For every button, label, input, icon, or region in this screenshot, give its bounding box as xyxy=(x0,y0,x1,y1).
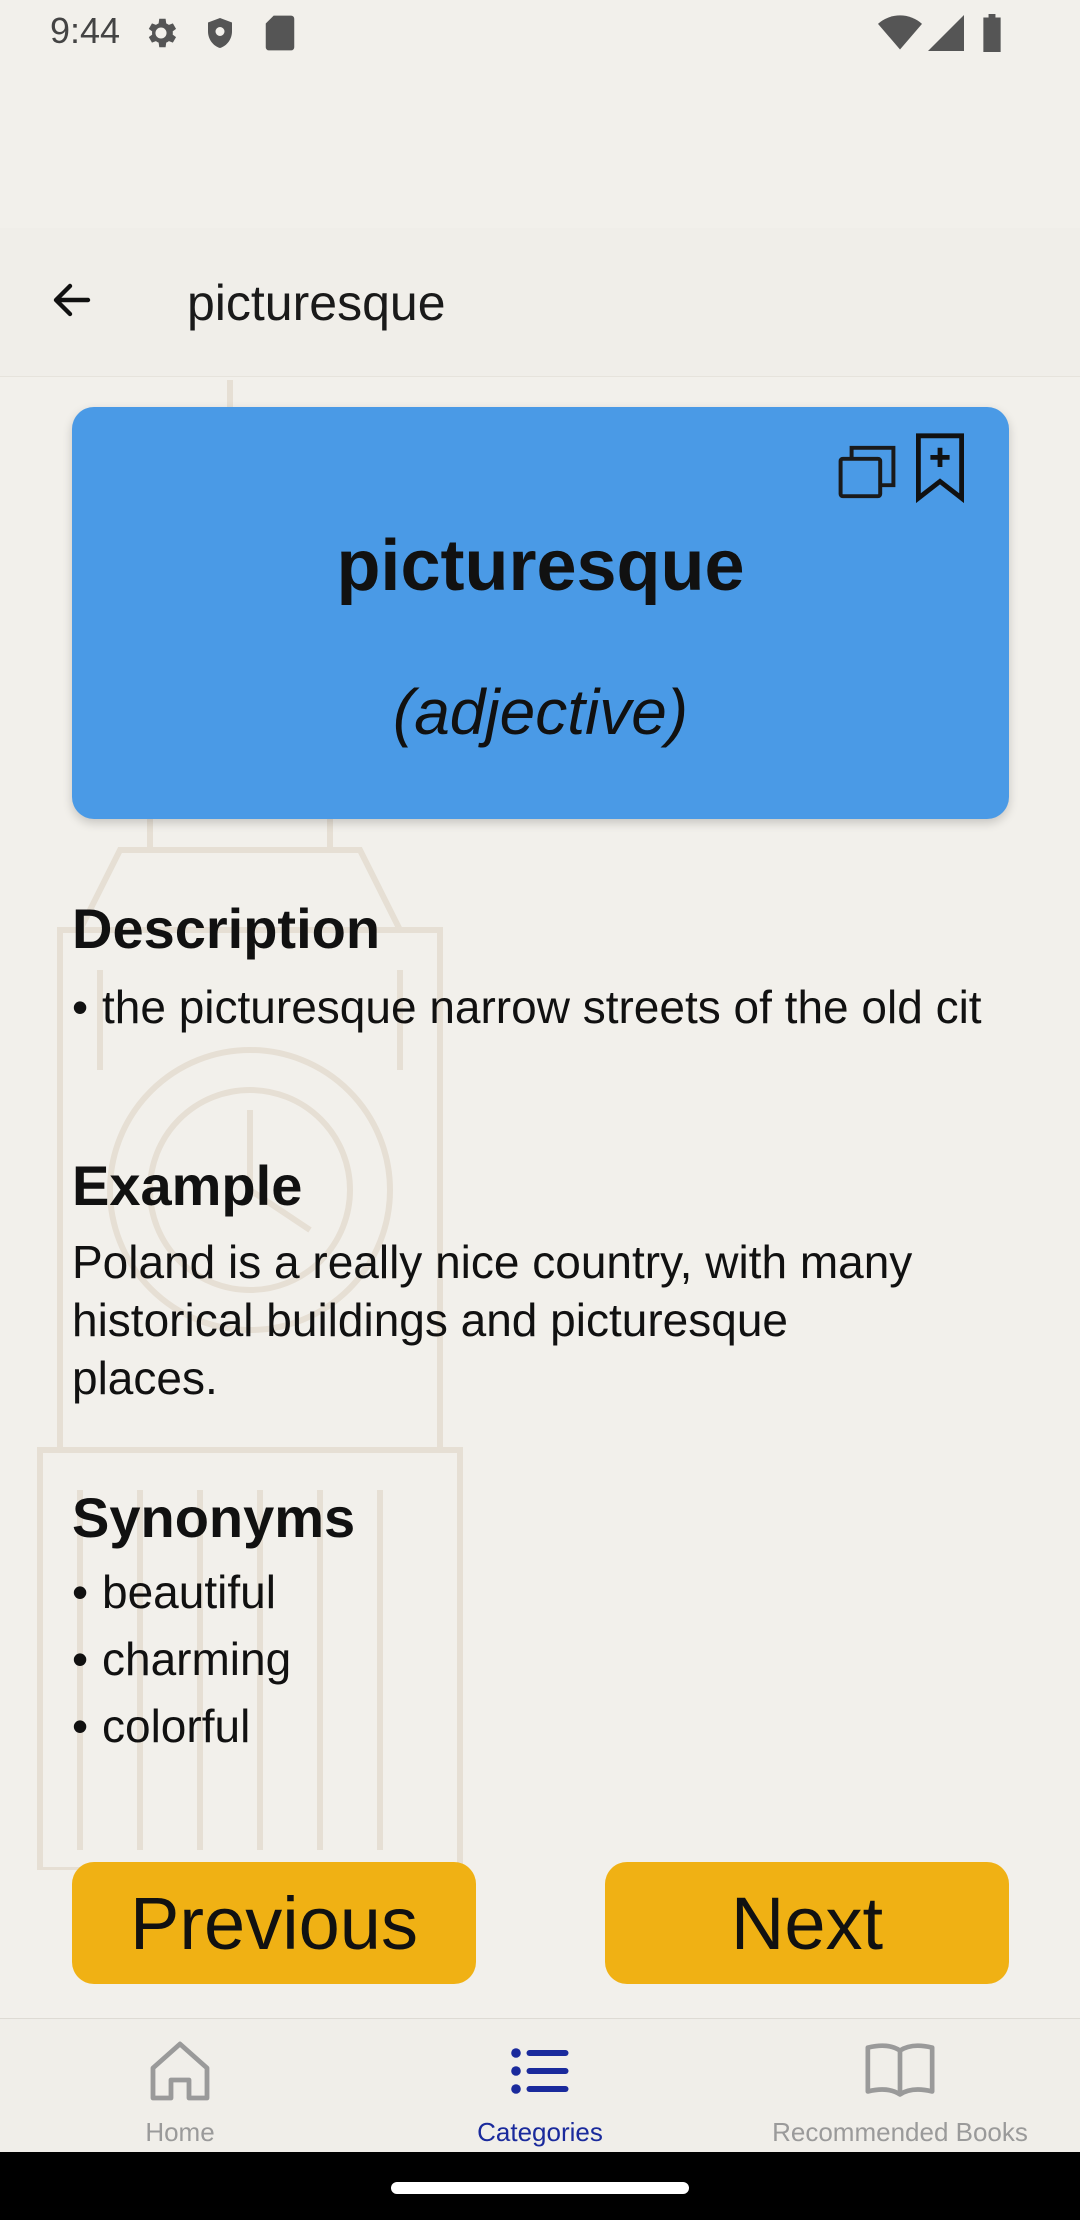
arrow-left-icon xyxy=(53,283,91,317)
synonyms-title: Synonyms xyxy=(72,1486,356,1549)
system-navigation-bar xyxy=(0,2152,1080,2220)
synonym-text: beautiful xyxy=(102,1566,276,1618)
bullet: • xyxy=(72,1566,89,1618)
signal-icon xyxy=(928,15,964,51)
page-title: picturesque xyxy=(187,275,446,331)
word-card: picturesque (adjective) xyxy=(72,407,1009,819)
synonym-item: • colorful xyxy=(72,1699,250,1753)
description-title: Description xyxy=(72,897,381,960)
synonym-item: • beautiful xyxy=(72,1565,276,1619)
list-icon xyxy=(511,2048,569,2094)
synonym-text: colorful xyxy=(102,1700,251,1752)
book-icon xyxy=(865,2043,935,2097)
example-line: historical buildings and picturesque xyxy=(72,1294,788,1346)
status-time: 9:44 xyxy=(50,10,121,51)
bullet: • xyxy=(72,1700,89,1752)
previous-button[interactable]: Previous xyxy=(72,1862,476,1984)
nav-label-home: Home xyxy=(145,2117,215,2147)
bottom-navigation: Home Categories Recommended Books xyxy=(0,2018,1080,2153)
shield-icon xyxy=(208,18,232,48)
gear-icon xyxy=(148,18,177,48)
nav-item-categories[interactable]: Categories xyxy=(360,2019,720,2153)
example-line: places. xyxy=(72,1352,218,1404)
part-of-speech: (adjective) xyxy=(392,676,689,748)
bullet: • xyxy=(72,1633,89,1685)
wifi-icon xyxy=(878,15,922,50)
bookmark-add-icon xyxy=(916,433,964,504)
home-icon xyxy=(150,2041,210,2101)
bullet: • xyxy=(72,981,89,1033)
synonym-text: charming xyxy=(102,1633,292,1685)
copy-button[interactable] xyxy=(834,439,900,505)
home-indicator[interactable] xyxy=(391,2182,689,2194)
synonym-item: • charming xyxy=(72,1632,291,1686)
battery-icon xyxy=(983,14,1001,52)
example-title: Example xyxy=(72,1154,303,1217)
nav-item-recommended-books[interactable]: Recommended Books xyxy=(720,2019,1080,2153)
card-word: picturesque xyxy=(336,526,745,606)
bookmark-add-button[interactable] xyxy=(910,431,976,504)
app-header: picturesque xyxy=(0,228,1080,377)
nav-item-home[interactable]: Home xyxy=(0,2019,360,2153)
next-button[interactable]: Next xyxy=(605,1862,1009,1984)
copy-icon xyxy=(838,445,896,499)
status-bar: 9:44 xyxy=(0,0,1080,66)
example-line: Poland is a really nice country, with ma… xyxy=(72,1236,913,1288)
description-text: the picturesque narrow streets of the ol… xyxy=(102,981,982,1033)
description-item: • the picturesque narrow streets of the … xyxy=(72,978,1012,1036)
back-button[interactable] xyxy=(36,264,108,336)
nav-label-recommended-books: Recommended Books xyxy=(772,2117,1028,2147)
nav-label-categories: Categories xyxy=(477,2117,603,2147)
sd-card-icon xyxy=(265,15,295,51)
